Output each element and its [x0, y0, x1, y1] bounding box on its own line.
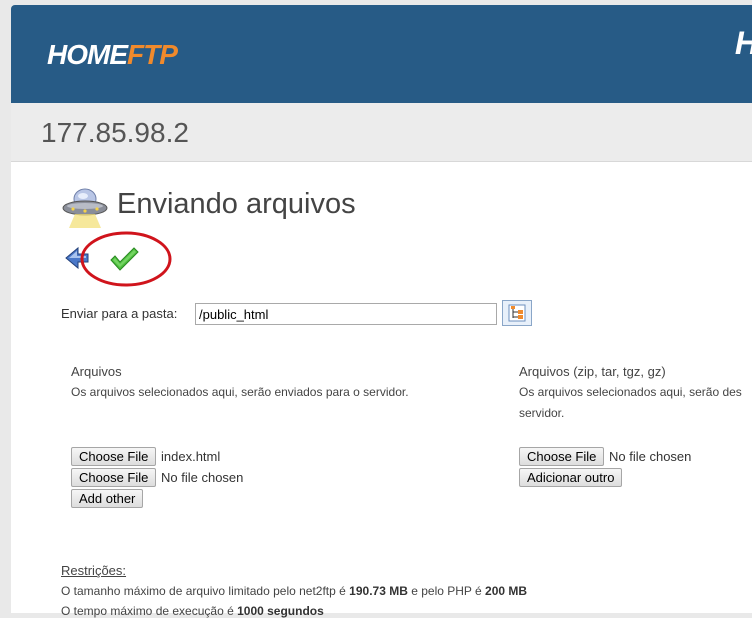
back-arrow-icon[interactable] [64, 246, 90, 270]
restrictions-time-limit: O tempo máximo de execução é 1000 segund… [61, 604, 324, 618]
server-bar: 177.85.98.2 [11, 103, 752, 162]
homeftp-logo[interactable]: HOMEFTP [47, 39, 178, 71]
chosen-file-name-2: No file chosen [161, 470, 244, 485]
folder-tree-icon [508, 304, 526, 322]
ufo-icon [62, 188, 108, 228]
archives-description-line1: Os arquivos selecionados aqui, serão des [519, 385, 742, 399]
php-size-limit: 200 MB [485, 584, 528, 598]
choose-archive-button[interactable]: Choose File [519, 447, 605, 466]
time-limit-prefix: O tempo máximo de execução é [61, 604, 238, 618]
chosen-file-name-1: index.html [161, 449, 221, 464]
add-other-archive-button[interactable]: Adicionar outro [519, 468, 623, 487]
choose-file-button-2[interactable]: Choose File [71, 468, 157, 487]
choose-file-button-1[interactable]: Choose File [71, 447, 157, 466]
time-limit-value: 1000 segundos [237, 604, 324, 618]
files-section-title: Arquivos [71, 364, 122, 379]
files-section-description: Os arquivos selecionados aqui, serão env… [71, 385, 409, 399]
size-limit-mid: e pelo PHP é [407, 584, 486, 598]
target-folder-input[interactable] [195, 303, 497, 325]
header-right-logo: H [735, 25, 752, 62]
main-content: Enviando arquivos Enviar para a pasta: A… [11, 162, 752, 618]
page-title: Enviando arquivos [117, 188, 356, 220]
browse-folder-button[interactable] [502, 300, 532, 326]
logo-home-text: HOME [47, 39, 128, 70]
chosen-archive-name: No file chosen [609, 449, 692, 464]
target-folder-label: Enviar para a pasta: [61, 306, 178, 321]
logo-ftp-text: FTP [127, 39, 178, 70]
size-limit-prefix: O tamanho máximo de arquivo limitado pel… [61, 584, 350, 598]
app-header: HOMEFTP H [11, 5, 752, 103]
net2ftp-size-limit: 190.73 MB [349, 584, 408, 598]
server-ip: 177.85.98.2 [41, 117, 189, 148]
restrictions-size-limit: O tamanho máximo de arquivo limitado pel… [61, 584, 527, 598]
archives-section-description: Os arquivos selecionados aqui, serão des… [519, 382, 742, 424]
restrictions-title: Restrições: [61, 563, 127, 578]
archives-section-title: Arquivos (zip, tar, tgz, gz) [519, 364, 666, 379]
add-other-button[interactable]: Add other [71, 489, 144, 508]
checkmark-icon[interactable] [109, 246, 139, 272]
archives-description-line2: servidor. [519, 406, 565, 420]
